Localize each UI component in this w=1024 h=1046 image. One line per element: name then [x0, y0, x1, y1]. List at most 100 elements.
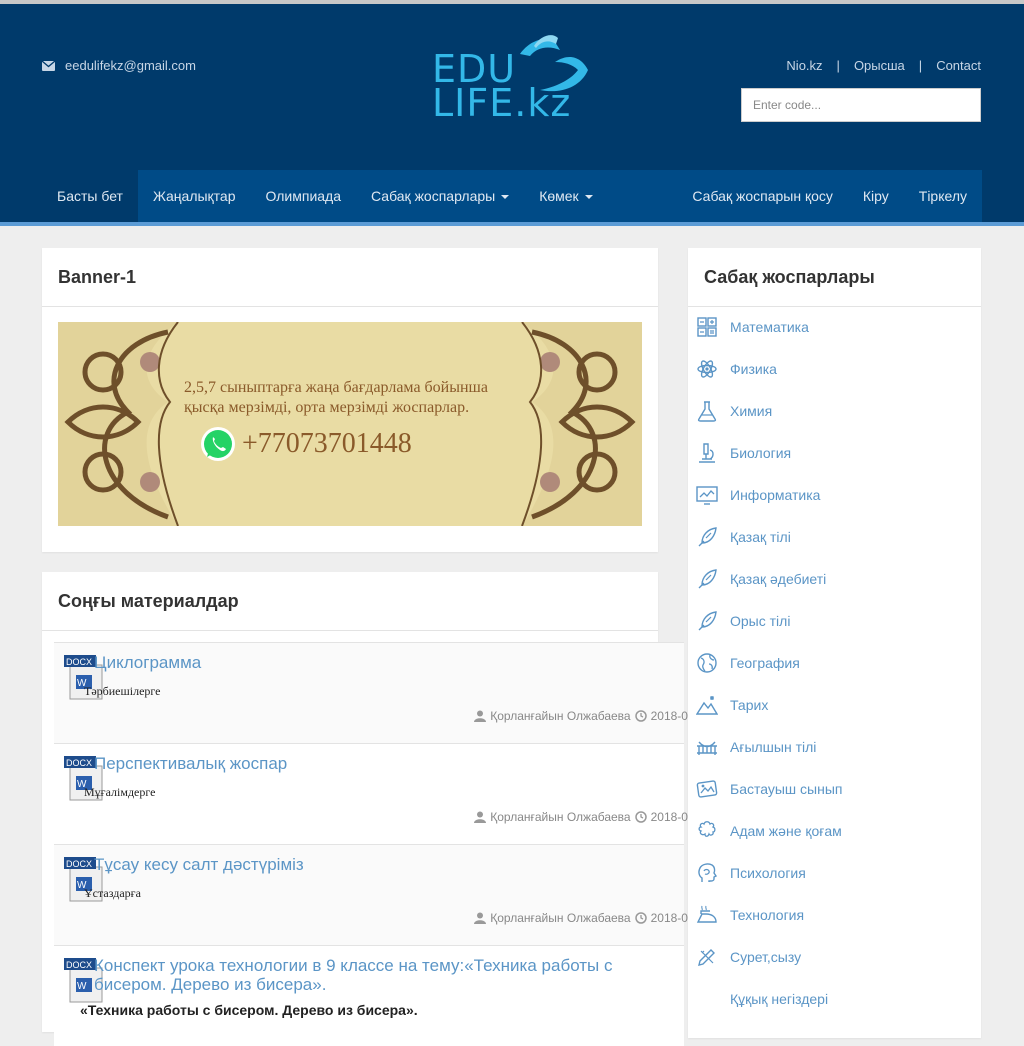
sidebar-item[interactable]: Математика [696, 306, 809, 348]
sidebar-item[interactable]: География [696, 642, 800, 684]
banner-panel: Banner-1 2,5,7 сыныптарға жаңа бағдарлам… [42, 248, 658, 552]
monitor-chart-icon [696, 486, 718, 505]
sidebar-item[interactable]: Адам және қоғам [696, 810, 842, 852]
nav-olympiad[interactable]: Олимпиада [251, 170, 357, 222]
sidebar-title: Сабақ жоспарлары [688, 248, 981, 307]
caret-down-icon [584, 195, 593, 199]
material-category: Тәрбиешілерге [84, 684, 161, 698]
atom-icon [697, 360, 717, 378]
sidebar-item[interactable]: Информатика [696, 474, 820, 516]
site-logo[interactable]: EDU LIFE.kz [430, 32, 600, 124]
material-title[interactable]: Тұсау кесу салт дәстүріміз [94, 855, 304, 875]
nav-register[interactable]: Тіркелу [904, 170, 982, 222]
user-icon [474, 912, 487, 924]
code-input[interactable] [741, 88, 981, 122]
sidebar-item[interactable]: Тарих [696, 684, 768, 726]
nav-login[interactable]: Кіру [848, 170, 904, 222]
sidebar-item-label: Сурет,сызу [730, 949, 802, 965]
material-title-line1: Конспект урока технологии в 9 классе на … [94, 956, 613, 975]
sidebar-item[interactable]: Психология [696, 852, 806, 894]
material-item[interactable]: DOCX W Циклограмма Тәрбиешілерге Қорланғ… [54, 642, 712, 743]
nav-help-label: Көмек [539, 188, 579, 204]
banner-line2: қысқа мерзімді, орта мерзімді жоспарлар. [184, 399, 470, 416]
quill-icon [698, 611, 717, 631]
nav-news[interactable]: Жаңалықтар [138, 170, 251, 222]
quill-icon [698, 527, 717, 547]
link-contact[interactable]: Contact [936, 58, 981, 73]
sidebar-item[interactable]: Технология [696, 894, 804, 936]
sidebar-item[interactable]: Сурет,сызу [696, 936, 801, 978]
sidebar-item-label: Физика [730, 361, 777, 377]
sidebar-panel: Сабақ жоспарлары Математика Физика Химия Би… [688, 248, 981, 1038]
link-nio[interactable]: Nio.kz [786, 58, 822, 73]
nav-lesson-plans-dropdown[interactable]: Сабақ жоспарлары [356, 170, 524, 222]
advert-banner[interactable]: 2,5,7 сыныптарға жаңа бағдарлама бойынша… [58, 322, 642, 526]
material-item[interactable]: DOCX W Перспективалық жоспар Мұғалімдерг… [54, 743, 712, 844]
bridge-icon [697, 741, 717, 755]
sidebar-item[interactable]: Физика [696, 348, 777, 390]
iron-icon [696, 905, 717, 923]
nav-help-dropdown[interactable]: Көмек [524, 170, 607, 222]
sidebar-item[interactable]: Қазақ әдебиеті [696, 558, 826, 600]
material-title-line2: бисером. Дерево из бисера». [94, 975, 327, 994]
material-item[interactable]: DOCX W Конспект урока технологии в 9 кла… [54, 945, 684, 1046]
microscope-icon [699, 443, 715, 463]
sidebar-item[interactable]: Химия [696, 390, 772, 432]
flask-icon [697, 401, 717, 422]
sidebar-item[interactable]: Ағылшын тілі [696, 726, 816, 768]
logo-line2: LIFE.kz [432, 81, 572, 125]
nav-news-label: Жаңалықтар [152, 188, 236, 204]
material-title[interactable]: Перспективалық жоспар [94, 754, 287, 774]
quill-icon [698, 569, 717, 589]
banner-text: 2,5,7 сыныптарға жаңа бағдарлама бойынша… [184, 378, 488, 418]
sidebar-item-label: Құқық негіздері [730, 991, 829, 1007]
nav-register-label: Тіркелу [918, 188, 967, 204]
material-title[interactable]: Конспект урока технологии в 9 классе на … [94, 956, 613, 994]
svg-text:DOCX: DOCX [66, 859, 92, 869]
nav-login-label: Кіру [862, 188, 889, 204]
brain-icon [698, 821, 716, 837]
email-text: eedulifekz@gmail.com [65, 58, 196, 73]
sidebar-item-label: Қазақ тілі [730, 529, 791, 545]
material-author: Қорланғайын Олжабаева [490, 911, 631, 925]
main-navbar: Басты бет Жаңалықтар Олимпиада Сабақ жос… [42, 170, 982, 222]
sidebar-item[interactable]: Құқық негіздері [696, 978, 828, 1020]
clock-icon [634, 710, 647, 722]
user-icon [474, 710, 487, 722]
material-meta: Қорланғайын Олжабаева 2018-04-05 [474, 709, 712, 723]
link-russian[interactable]: Орысша [854, 58, 905, 73]
sidebar-item[interactable]: Бастауыш сынып [696, 768, 842, 810]
material-title[interactable]: Циклограмма [94, 653, 201, 673]
svg-text:W: W [77, 981, 87, 992]
nav-lesson-plans-label: Сабақ жоспарлары [371, 188, 496, 204]
caret-down-icon [501, 195, 510, 199]
sidebar-item-label: Математика [730, 319, 809, 335]
sidebar-item[interactable]: Қазақ тілі [696, 516, 791, 558]
nav-add-lesson-plan[interactable]: Сабақ жоспарын қосу [677, 170, 847, 222]
sidebar-item-label: Психология [730, 865, 806, 881]
material-description: «Техника работы с бисером. Дерево из бис… [80, 1002, 418, 1018]
sidebar-item-label: Адам және қоғам [730, 823, 842, 839]
sidebar-item[interactable]: Биология [696, 432, 791, 474]
banner-line1: 2,5,7 сыныптарға жаңа бағдарлама бойынша [184, 379, 488, 396]
envelope-icon [42, 60, 55, 71]
sidebar-item-label: Орыс тілі [730, 613, 791, 629]
materials-panel-title: Соңғы материалдар [42, 572, 658, 631]
mountain-icon [696, 696, 718, 715]
material-item[interactable]: DOCX W Тұсау кесу салт дәстүріміз Ұстазд… [54, 844, 712, 945]
material-meta: Қорланғайын Олжабаева 2018-04-05 [474, 810, 712, 824]
material-author: Қорланғайын Олжабаева [490, 810, 631, 824]
whatsapp-icon [201, 427, 235, 461]
clock-icon [634, 811, 647, 823]
email-contact[interactable]: eedulifekz@gmail.com [42, 58, 196, 73]
sidebar-item-label: Информатика [730, 487, 821, 503]
calculator-icon [697, 317, 717, 337]
sidebar-item-label: Тарих [730, 697, 769, 713]
ornament-frame [58, 322, 642, 526]
sidebar-item-label: Технология [730, 907, 805, 923]
user-icon [474, 811, 487, 823]
nav-home[interactable]: Басты бет [42, 170, 138, 222]
svg-text:DOCX: DOCX [66, 960, 92, 970]
sidebar-item[interactable]: Орыс тілі [696, 600, 790, 642]
